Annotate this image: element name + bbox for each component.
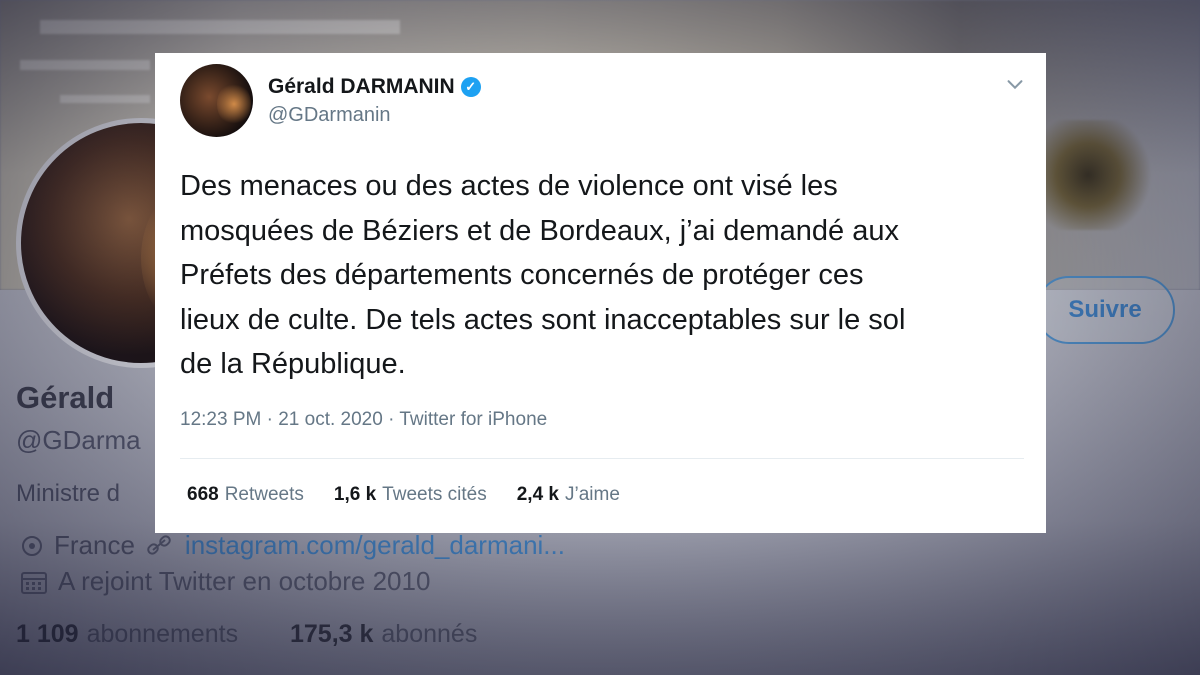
profile-location: France — [54, 530, 135, 560]
followers-stat[interactable]: 175,3 k abonnés — [290, 620, 477, 648]
calendar-icon — [21, 571, 47, 594]
profile-link[interactable]: instagram.com/gerald_darmani... — [185, 530, 565, 561]
tweet-display-name[interactable]: Gérald DARMANIN — [268, 75, 455, 99]
following-stat[interactable]: 1 109 abonnements — [16, 620, 238, 648]
tweet-text-line: Des menaces ou des actes de violence ont… — [180, 170, 838, 202]
tweet-text-line: mosquées de Béziers et de Bordeaux, j’ai… — [180, 214, 899, 247]
tweet-author[interactable]: Gérald DARMANIN ✓ — [268, 75, 481, 99]
tweet-card: Gérald DARMANIN ✓ @GDarmanin Des menaces… — [155, 53, 1046, 533]
profile-stats: 1 109 abonnements 175,3 k abonnés — [16, 620, 477, 649]
follow-button[interactable]: Suivre — [1035, 276, 1175, 344]
tweet-handle[interactable]: @GDarmanin — [268, 104, 391, 127]
tweet-text-line: lieux de culte. De tels actes sont inacc… — [180, 303, 906, 336]
quotes-stat[interactable]: 1,6 k Tweets cités — [334, 484, 487, 506]
divider — [180, 458, 1024, 459]
retweets-stat[interactable]: 668 Retweets — [187, 484, 304, 506]
likes-stat[interactable]: 2,4 k J’aime — [517, 484, 620, 506]
profile-location-row: France instagram.com/gerald_darmani... — [20, 530, 565, 561]
profile-joined-row: A rejoint Twitter en octobre 2010 — [20, 566, 430, 597]
verified-badge-icon: ✓ — [460, 77, 481, 97]
chevron-down-icon[interactable] — [1004, 73, 1026, 95]
tweet-text-line: de la République. — [180, 348, 406, 380]
tweet-avatar[interactable] — [180, 64, 253, 137]
tweet-time[interactable]: 12:23 PM — [180, 409, 261, 430]
profile-handle: @GDarma — [16, 425, 141, 455]
tweet-stats: 668 Retweets 1,6 k Tweets cités 2,4 k J’aim… — [187, 484, 620, 506]
tweet-date[interactable]: 21 oct. 2020 — [278, 409, 383, 430]
tweet-text-line: Préfets des départements concernés de pr… — [180, 259, 864, 291]
tweet-text: Des menaces ou des actes de violence ont… — [180, 164, 1030, 387]
profile-bio: Ministre d — [16, 480, 121, 507]
tweet-meta: 12:23 PM · 21 oct. 2020 · Twitter for iP… — [180, 409, 548, 430]
link-icon — [147, 534, 171, 555]
tweet-source[interactable]: Twitter for iPhone — [399, 409, 547, 430]
location-pin-icon — [22, 535, 42, 556]
profile-joined: A rejoint Twitter en octobre 2010 — [58, 566, 431, 596]
profile-name: Gérald — [16, 380, 115, 415]
